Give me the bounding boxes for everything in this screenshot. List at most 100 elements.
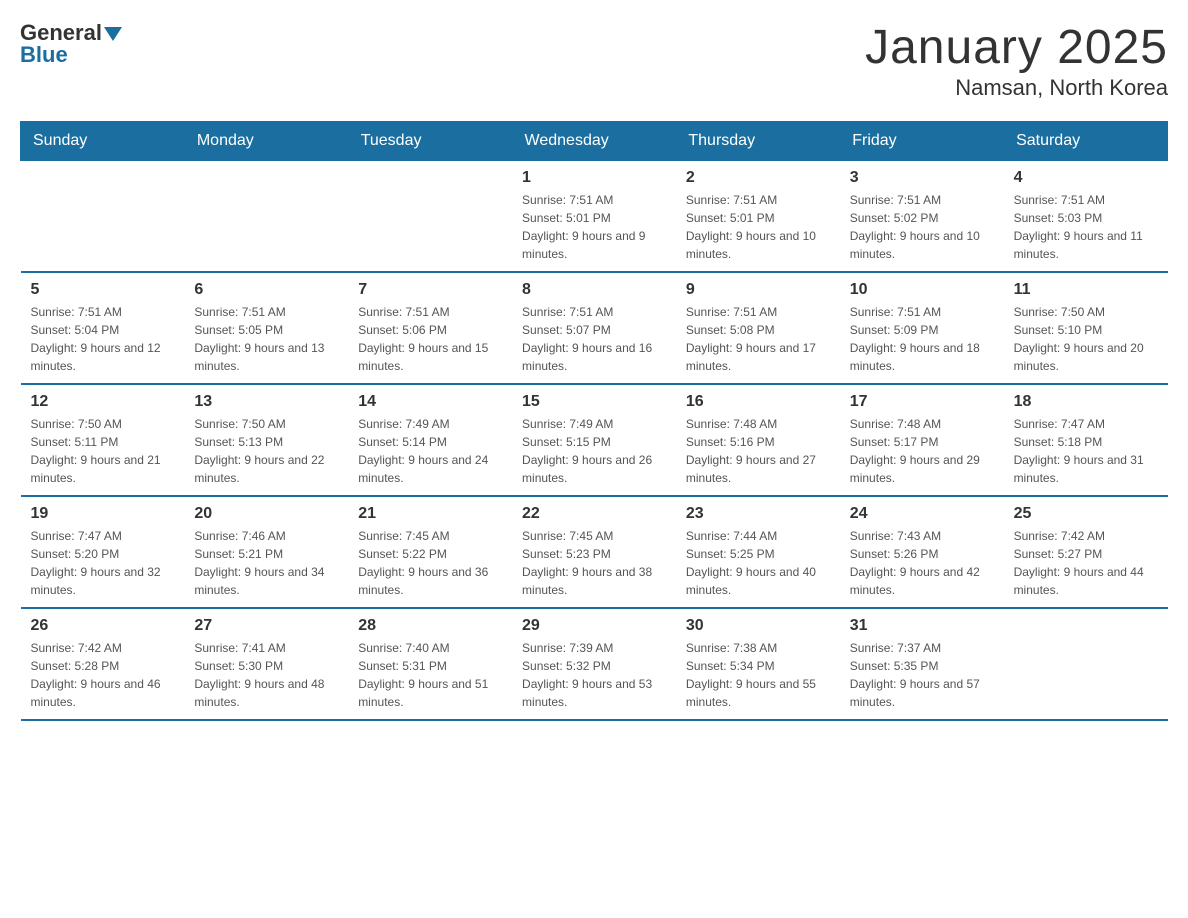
day-info: Sunrise: 7:42 AMSunset: 5:28 PMDaylight:…	[31, 639, 175, 711]
day-cell: 26 Sunrise: 7:42 AMSunset: 5:28 PMDayligh…	[21, 608, 185, 720]
day-number: 5	[31, 281, 175, 299]
calendar-subtitle: Namsan, North Korea	[865, 75, 1168, 101]
day-number: 26	[31, 617, 175, 635]
day-cell: 10Sunrise: 7:51 AMSunset: 5:09 PMDayligh…	[840, 272, 1004, 384]
day-cell: 27 Sunrise: 7:41 AMSunset: 5:30 PMDayligh…	[184, 608, 348, 720]
day-number: 6	[194, 281, 338, 299]
day-number: 9	[686, 281, 830, 299]
day-cell: 18Sunrise: 7:47 AMSunset: 5:18 PMDayligh…	[1004, 384, 1168, 496]
day-info: Sunrise: 7:38 AMSunset: 5:34 PMDaylight:…	[686, 639, 830, 711]
day-info: Sunrise: 7:48 AMSunset: 5:17 PMDaylight:…	[850, 415, 994, 487]
day-cell: 25 Sunrise: 7:42 AMSunset: 5:27 PMDayligh…	[1004, 496, 1168, 608]
week-row-4: 26 Sunrise: 7:42 AMSunset: 5:28 PMDayligh…	[21, 608, 1168, 720]
header-cell-tuesday: Tuesday	[348, 122, 512, 161]
day-cell: 9Sunrise: 7:51 AMSunset: 5:08 PMDaylight…	[676, 272, 840, 384]
day-info: Sunrise: 7:47 AMSunset: 5:20 PMDaylight:…	[31, 527, 175, 599]
header-row: SundayMondayTuesdayWednesdayThursdayFrid…	[21, 122, 1168, 161]
day-cell	[348, 161, 512, 273]
day-info: Sunrise: 7:51 AMSunset: 5:03 PMDaylight:…	[1014, 191, 1158, 263]
day-number: 24	[850, 505, 994, 523]
day-cell	[21, 161, 185, 273]
day-number: 8	[522, 281, 666, 299]
day-info: Sunrise: 7:50 AMSunset: 5:10 PMDaylight:…	[1014, 303, 1158, 375]
header-cell-friday: Friday	[840, 122, 1004, 161]
day-number: 25	[1014, 505, 1158, 523]
day-number: 30	[686, 617, 830, 635]
day-cell: 1Sunrise: 7:51 AMSunset: 5:01 PMDaylight…	[512, 161, 676, 273]
day-info: Sunrise: 7:39 AMSunset: 5:32 PMDaylight:…	[522, 639, 666, 711]
day-cell: 13 Sunrise: 7:50 AMSunset: 5:13 PMDayligh…	[184, 384, 348, 496]
day-info: Sunrise: 7:51 AMSunset: 5:07 PMDaylight:…	[522, 303, 666, 375]
day-info: Sunrise: 7:51 AMSunset: 5:01 PMDaylight:…	[522, 191, 666, 263]
day-info: Sunrise: 7:51 AMSunset: 5:04 PMDaylight:…	[31, 303, 175, 375]
day-cell: 19 Sunrise: 7:47 AMSunset: 5:20 PMDayligh…	[21, 496, 185, 608]
day-info: Sunrise: 7:45 AMSunset: 5:23 PMDaylight:…	[522, 527, 666, 599]
day-cell: 20 Sunrise: 7:46 AMSunset: 5:21 PMDayligh…	[184, 496, 348, 608]
day-info: Sunrise: 7:50 AMSunset: 5:11 PMDaylight:…	[31, 415, 175, 487]
day-number: 19	[31, 505, 175, 523]
day-cell: 30 Sunrise: 7:38 AMSunset: 5:34 PMDayligh…	[676, 608, 840, 720]
day-cell: 29Sunrise: 7:39 AMSunset: 5:32 PMDayligh…	[512, 608, 676, 720]
day-info: Sunrise: 7:48 AMSunset: 5:16 PMDaylight:…	[686, 415, 830, 487]
day-cell: 15 Sunrise: 7:49 AMSunset: 5:15 PMDayligh…	[512, 384, 676, 496]
day-info: Sunrise: 7:44 AMSunset: 5:25 PMDaylight:…	[686, 527, 830, 599]
day-cell: 3 Sunrise: 7:51 AMSunset: 5:02 PMDaylight…	[840, 161, 1004, 273]
day-number: 18	[1014, 393, 1158, 411]
calendar-table: SundayMondayTuesdayWednesdayThursdayFrid…	[20, 121, 1168, 721]
calendar-header: SundayMondayTuesdayWednesdayThursdayFrid…	[21, 122, 1168, 161]
day-info: Sunrise: 7:42 AMSunset: 5:27 PMDaylight:…	[1014, 527, 1158, 599]
logo-blue-text: Blue	[20, 42, 68, 68]
week-row-2: 12 Sunrise: 7:50 AMSunset: 5:11 PMDayligh…	[21, 384, 1168, 496]
day-number: 3	[850, 169, 994, 187]
day-info: Sunrise: 7:40 AMSunset: 5:31 PMDaylight:…	[358, 639, 502, 711]
day-info: Sunrise: 7:51 AMSunset: 5:01 PMDaylight:…	[686, 191, 830, 263]
day-cell: 6 Sunrise: 7:51 AMSunset: 5:05 PMDaylight…	[184, 272, 348, 384]
day-info: Sunrise: 7:46 AMSunset: 5:21 PMDaylight:…	[194, 527, 338, 599]
header-cell-thursday: Thursday	[676, 122, 840, 161]
day-info: Sunrise: 7:51 AMSunset: 5:09 PMDaylight:…	[850, 303, 994, 375]
week-row-0: 1Sunrise: 7:51 AMSunset: 5:01 PMDaylight…	[21, 161, 1168, 273]
day-info: Sunrise: 7:50 AMSunset: 5:13 PMDaylight:…	[194, 415, 338, 487]
day-info: Sunrise: 7:51 AMSunset: 5:05 PMDaylight:…	[194, 303, 338, 375]
day-info: Sunrise: 7:51 AMSunset: 5:02 PMDaylight:…	[850, 191, 994, 263]
day-number: 15	[522, 393, 666, 411]
day-cell: 4 Sunrise: 7:51 AMSunset: 5:03 PMDaylight…	[1004, 161, 1168, 273]
day-number: 16	[686, 393, 830, 411]
day-cell: 7Sunrise: 7:51 AMSunset: 5:06 PMDaylight…	[348, 272, 512, 384]
logo-arrow-icon	[104, 25, 122, 43]
day-cell	[184, 161, 348, 273]
day-info: Sunrise: 7:41 AMSunset: 5:30 PMDaylight:…	[194, 639, 338, 711]
day-cell: 8 Sunrise: 7:51 AMSunset: 5:07 PMDaylight…	[512, 272, 676, 384]
day-cell: 21 Sunrise: 7:45 AMSunset: 5:22 PMDayligh…	[348, 496, 512, 608]
day-number: 13	[194, 393, 338, 411]
header-cell-sunday: Sunday	[21, 122, 185, 161]
day-cell: 24 Sunrise: 7:43 AMSunset: 5:26 PMDayligh…	[840, 496, 1004, 608]
logo: General Blue	[20, 20, 122, 68]
day-number: 27	[194, 617, 338, 635]
day-cell: 31Sunrise: 7:37 AMSunset: 5:35 PMDayligh…	[840, 608, 1004, 720]
day-info: Sunrise: 7:51 AMSunset: 5:06 PMDaylight:…	[358, 303, 502, 375]
title-section: January 2025 Namsan, North Korea	[865, 20, 1168, 101]
page-header: General Blue January 2025 Namsan, North …	[20, 20, 1168, 101]
header-cell-wednesday: Wednesday	[512, 122, 676, 161]
header-cell-monday: Monday	[184, 122, 348, 161]
day-cell: 28Sunrise: 7:40 AMSunset: 5:31 PMDayligh…	[348, 608, 512, 720]
day-info: Sunrise: 7:49 AMSunset: 5:15 PMDaylight:…	[522, 415, 666, 487]
day-cell: 2Sunrise: 7:51 AMSunset: 5:01 PMDaylight…	[676, 161, 840, 273]
day-info: Sunrise: 7:45 AMSunset: 5:22 PMDaylight:…	[358, 527, 502, 599]
day-info: Sunrise: 7:43 AMSunset: 5:26 PMDaylight:…	[850, 527, 994, 599]
day-number: 23	[686, 505, 830, 523]
day-cell	[1004, 608, 1168, 720]
calendar-title: January 2025	[865, 20, 1168, 75]
day-number: 20	[194, 505, 338, 523]
day-number: 14	[358, 393, 502, 411]
day-number: 17	[850, 393, 994, 411]
day-number: 11	[1014, 281, 1158, 299]
day-number: 4	[1014, 169, 1158, 187]
week-row-3: 19 Sunrise: 7:47 AMSunset: 5:20 PMDayligh…	[21, 496, 1168, 608]
day-cell: 5 Sunrise: 7:51 AMSunset: 5:04 PMDaylight…	[21, 272, 185, 384]
day-number: 21	[358, 505, 502, 523]
day-cell: 11 Sunrise: 7:50 AMSunset: 5:10 PMDayligh…	[1004, 272, 1168, 384]
day-cell: 12 Sunrise: 7:50 AMSunset: 5:11 PMDayligh…	[21, 384, 185, 496]
day-number: 12	[31, 393, 175, 411]
